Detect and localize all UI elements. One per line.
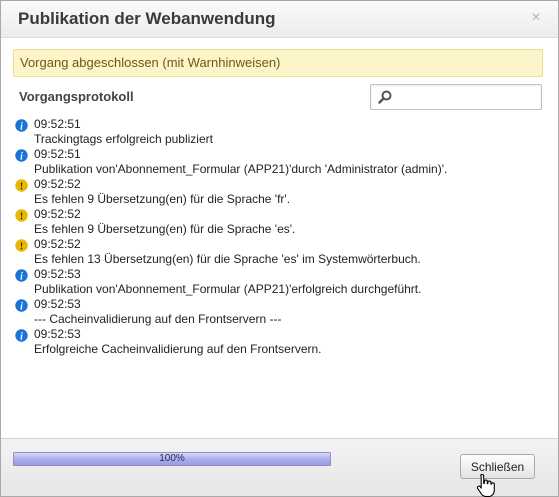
log-entry-message: Publikation von'Abonnement_Formular (APP…: [34, 162, 448, 176]
info-icon: i: [15, 149, 28, 162]
progress-label: 100%: [159, 453, 185, 464]
dialog-title: Publikation der Webanwendung: [18, 9, 276, 28]
svg-text:i: i: [20, 301, 23, 312]
log-entry-time: 09:52:52: [34, 237, 81, 251]
log-entry-message: Es fehlen 13 Übersetzung(en) für die Spr…: [34, 252, 421, 266]
log-list: i 09:52:51 Trackingtags erfolgreich publiz…: [15, 117, 545, 357]
info-icon: i: [15, 119, 28, 132]
info-icon: i: [15, 299, 28, 312]
status-notice: Vorgang abgeschlossen (mit Warnhinweisen…: [13, 49, 543, 77]
search-icon: [378, 90, 392, 104]
warning-icon: !: [15, 179, 28, 192]
svg-text:i: i: [20, 331, 23, 342]
hand-cursor-icon: [476, 473, 495, 497]
log-entry: i 09:52:53 Publikation von'Abonnement_Form…: [15, 267, 545, 297]
progress-bar: 100%: [13, 452, 331, 466]
log-entry-time: 09:52:52: [34, 207, 81, 221]
log-entry-message: Trackingtags erfolgreich publiziert: [34, 132, 213, 146]
log-entry: i 09:52:53 Erfolgreiche Cacheinvalidierung…: [15, 327, 545, 357]
log-entry: i 09:52:53 --- Cacheinvalidierung auf den …: [15, 297, 545, 327]
log-entry-message: Erfolgreiche Cacheinvalidierung auf den …: [34, 342, 322, 356]
info-icon: i: [15, 329, 28, 342]
dialog-footer: 100% Schließen: [1, 438, 558, 496]
log-entry: i 09:52:51 Publikation von'Abonnement_Form…: [15, 147, 545, 177]
svg-text:!: !: [20, 241, 23, 252]
log-entry-time: 09:52:52: [34, 177, 81, 191]
info-icon: i: [15, 269, 28, 282]
svg-text:!: !: [20, 211, 23, 222]
svg-text:!: !: [20, 181, 23, 192]
warning-icon: !: [15, 239, 28, 252]
log-entry-time: 09:52:53: [34, 327, 81, 341]
log-entry-time: 09:52:53: [34, 267, 81, 281]
log-entry: i 09:52:51 Trackingtags erfolgreich publiz…: [15, 117, 545, 147]
log-entry: ! 09:52:52 Es fehlen 9 Übersetzung(en) für…: [15, 207, 545, 237]
log-section-title: Vorgangsprotokoll: [19, 89, 134, 104]
close-button[interactable]: Schließen: [460, 454, 535, 479]
log-entry: ! 09:52:52 Es fehlen 13 Übersetzung(en) fü…: [15, 237, 545, 267]
log-entry-time: 09:52:51: [34, 147, 81, 161]
log-entry-message: Es fehlen 9 Übersetzung(en) für die Spra…: [34, 222, 296, 236]
search-input[interactable]: [397, 87, 539, 107]
warning-icon: !: [15, 209, 28, 222]
dialog-titlebar: Publikation der Webanwendung ×: [1, 1, 558, 38]
log-entry-time: 09:52:53: [34, 297, 81, 311]
log-entry-time: 09:52:51: [34, 117, 81, 131]
log-search[interactable]: [370, 84, 542, 110]
svg-text:i: i: [20, 121, 23, 132]
svg-text:i: i: [20, 271, 23, 282]
log-entry: ! 09:52:52 Es fehlen 9 Übersetzung(en) für…: [15, 177, 545, 207]
status-notice-text: Vorgang abgeschlossen (mit Warnhinweisen…: [20, 55, 281, 70]
publication-dialog: Publikation der Webanwendung × Vorgang a…: [0, 0, 559, 497]
svg-text:i: i: [20, 151, 23, 162]
log-entry-message: Es fehlen 9 Übersetzung(en) für die Spra…: [34, 192, 291, 206]
log-entry-message: Publikation von'Abonnement_Formular (APP…: [34, 282, 422, 296]
log-entry-message: --- Cacheinvalidierung auf den Frontserv…: [34, 312, 282, 326]
close-icon[interactable]: ×: [528, 9, 544, 27]
